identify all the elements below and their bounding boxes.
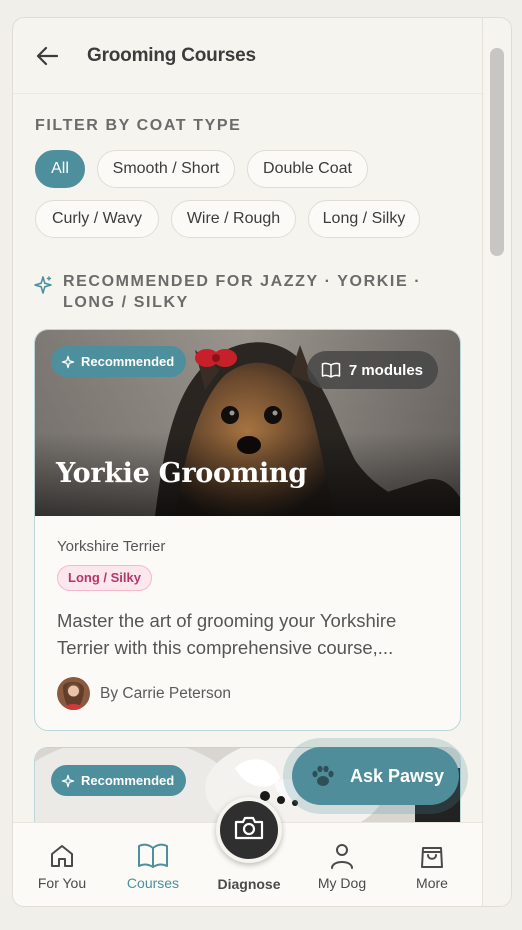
nav-label: For You	[37, 875, 87, 891]
modules-count: 7 modules	[348, 361, 423, 379]
nav-label: My Dog	[317, 875, 367, 891]
person-icon	[302, 839, 382, 873]
author-name: By Carrie Peterson	[100, 684, 231, 702]
modules-count-pill: 7 modules	[306, 351, 438, 389]
recommended-badge-label: Recommended	[81, 773, 175, 788]
ask-pawsy-label: Ask Pawsy	[350, 765, 445, 786]
breed-name: Yorkshire Terrier	[57, 538, 166, 555]
home-icon	[22, 839, 102, 873]
nav-item-my-dog[interactable]: My Dog	[302, 839, 382, 891]
course-card-body: Yorkshire Terrier Long / Silky Master th…	[35, 516, 460, 710]
chip-double-coat[interactable]: Double Coat	[247, 150, 368, 188]
filter-label: FILTER BY COAT TYPE	[35, 117, 242, 134]
nav-item-for-you[interactable]: For You	[22, 839, 102, 891]
book-icon	[113, 839, 193, 873]
main-content: Grooming Courses FILTER BY COAT TYPE All…	[13, 18, 482, 906]
chip-all[interactable]: All	[35, 150, 85, 188]
author-row: By Carrie Peterson	[57, 677, 439, 710]
ask-pawsy-button[interactable]: Ask Pawsy	[292, 747, 459, 805]
course-hero-image: Recommended 7 modules Yorkie Grooming	[35, 330, 460, 516]
recommended-badge: Recommended	[51, 765, 187, 796]
paw-icon	[310, 764, 336, 788]
bag-icon	[392, 839, 472, 873]
recommended-heading-text: RECOMMENDED FOR JAZZY · YORKIE · LONG / …	[63, 273, 422, 311]
nav-label-diagnose: Diagnose	[217, 876, 281, 892]
recommended-badge: Recommended	[51, 346, 187, 377]
recommended-badge-label: Recommended	[81, 354, 175, 369]
top-bar: Grooming Courses	[13, 18, 482, 94]
nav-label: More	[416, 875, 448, 891]
page-title: Grooming Courses	[87, 44, 256, 66]
coat-type-tag: Long / Silky	[57, 565, 152, 591]
avatar	[57, 677, 90, 710]
scrollbar[interactable]	[482, 18, 511, 906]
back-arrow-icon[interactable]	[35, 44, 59, 68]
chip-curly-wavy[interactable]: Curly / Wavy	[35, 200, 159, 238]
sparkle-icon	[61, 774, 75, 788]
book-icon	[321, 362, 341, 378]
diagnose-button[interactable]	[216, 797, 282, 863]
nav-item-more[interactable]: More	[392, 839, 472, 891]
course-card[interactable]: Recommended 7 modules Yorkie Grooming Yo…	[34, 329, 461, 731]
chip-wire-rough[interactable]: Wire / Rough	[171, 200, 296, 238]
course-title: Yorkie Grooming	[56, 458, 307, 489]
camera-icon	[233, 814, 265, 847]
course-description: Master the art of grooming your Yorkshir…	[57, 610, 397, 658]
nav-item-courses[interactable]: Courses	[113, 839, 193, 891]
sparkle-icon	[61, 355, 75, 369]
chip-smooth-short[interactable]: Smooth / Short	[97, 150, 235, 188]
chip-long-silky[interactable]: Long / Silky	[308, 200, 420, 238]
nav-label: Courses	[126, 875, 180, 891]
recommended-heading: RECOMMENDED FOR JAZZY · YORKIE · LONG / …	[33, 271, 473, 313]
scrollbar-thumb[interactable]	[490, 48, 504, 256]
sparkle-icon	[33, 275, 53, 313]
app-window: Grooming Courses FILTER BY COAT TYPE All…	[12, 17, 512, 907]
